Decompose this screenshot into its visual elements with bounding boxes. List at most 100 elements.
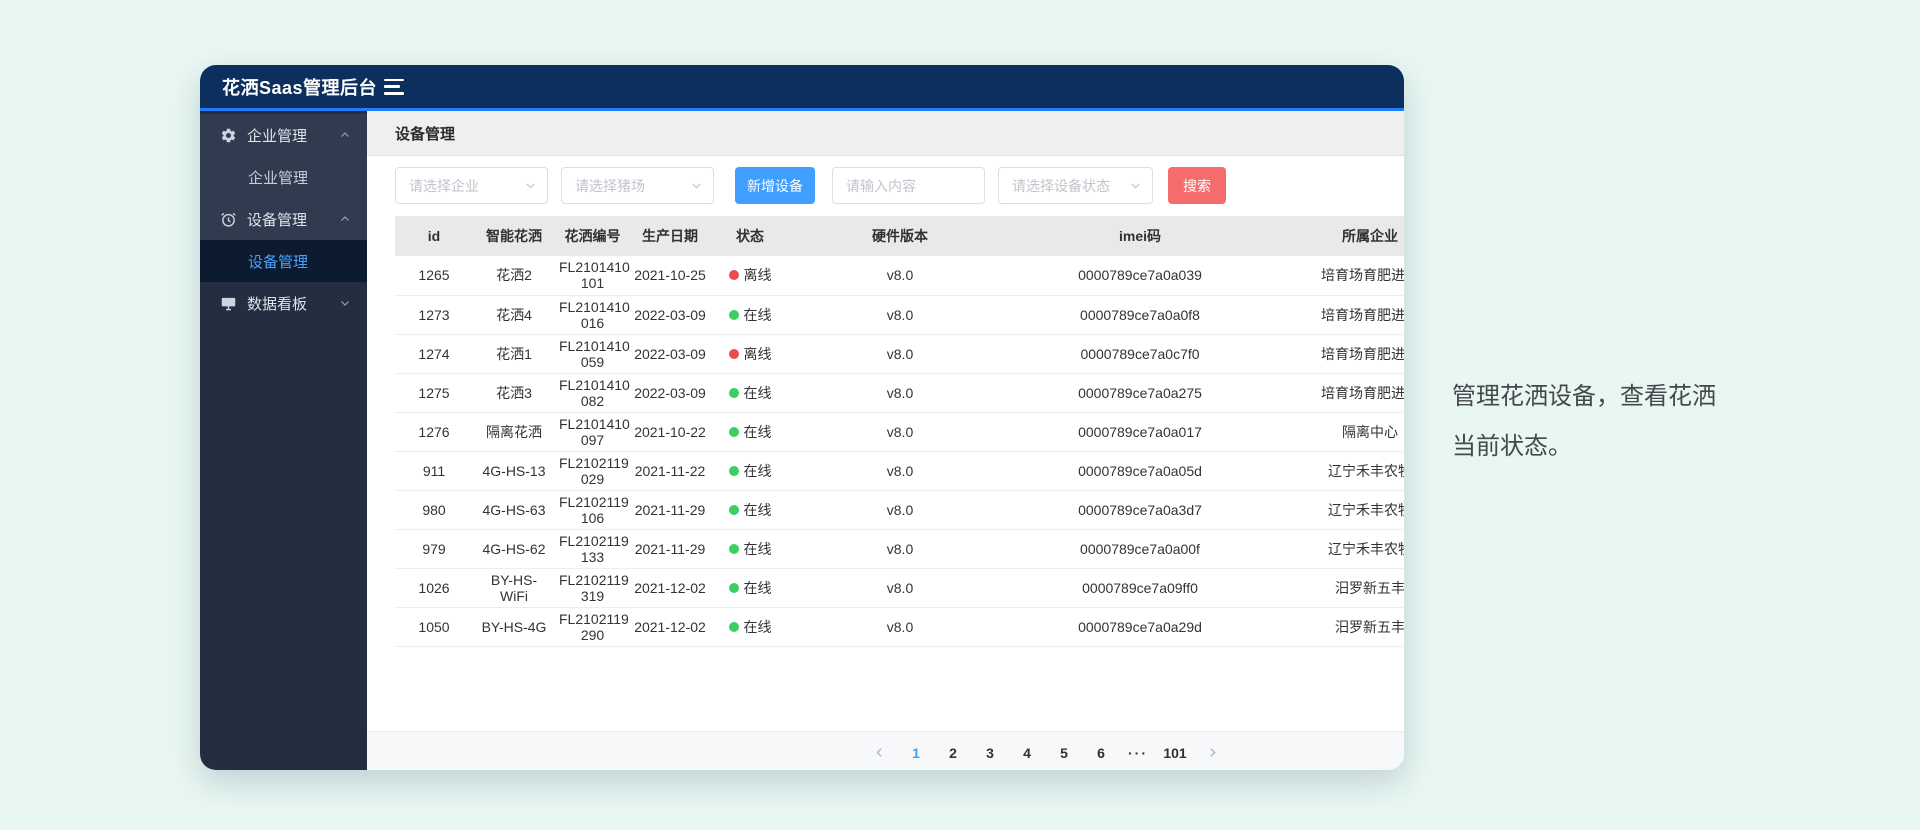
status-label: 离线	[744, 346, 772, 362]
cell-company: 汨罗新五丰	[1270, 568, 1404, 607]
page-number-4[interactable]: 4	[1014, 739, 1041, 766]
cell-imei: 0000789ce7a09ff0	[1010, 568, 1270, 607]
cell-status: 在线	[710, 295, 790, 334]
cell-imei: 0000789ce7a0a3d7	[1010, 490, 1270, 529]
cell-imei: 0000789ce7a0a29d	[1010, 607, 1270, 646]
status-label: 在线	[744, 619, 772, 635]
add-device-button[interactable]: 新增设备	[735, 167, 815, 204]
main-panel: 设备管理 请选择企业 请选择猪场 新增设备 请输入内容	[367, 111, 1404, 770]
cell-hardware-version: v8.0	[790, 607, 1010, 646]
col-header-company: 所属企业	[1270, 216, 1404, 256]
cell-imei: 0000789ce7a0a275	[1010, 373, 1270, 412]
chevron-up-icon	[339, 213, 351, 225]
cell-imei: 0000789ce7a0a00f	[1010, 529, 1270, 568]
table-row: 1274 花洒1 FL2101410 059 2022-03-09 离线 v8.…	[395, 334, 1404, 373]
cell-company: 培育场育肥进栏	[1270, 373, 1404, 412]
cell-device-name: 4G-HS-63	[473, 490, 555, 529]
device-status-select-placeholder: 请选择设备状态	[1012, 176, 1129, 196]
device-status-select[interactable]: 请选择设备状态	[998, 167, 1153, 204]
table-row: 1050 BY-HS-4G FL2102119 290 2021-12-02 在…	[395, 607, 1404, 646]
cell-id: 980	[395, 490, 473, 529]
page-number-3[interactable]: 3	[977, 739, 1004, 766]
cell-hardware-version: v8.0	[790, 373, 1010, 412]
cell-company: 汨罗新五丰	[1270, 607, 1404, 646]
cell-imei: 0000789ce7a0a039	[1010, 256, 1270, 295]
sidebar-item-device-management[interactable]: 设备管理	[200, 198, 367, 240]
cell-production-date: 2021-10-25	[630, 256, 710, 295]
cell-device-code: FL2102119 133	[555, 529, 630, 568]
cell-production-date: 2021-11-29	[630, 529, 710, 568]
chevron-up-icon	[339, 129, 351, 141]
cell-device-name: 4G-HS-62	[473, 529, 555, 568]
cell-status: 在线	[710, 529, 790, 568]
cell-device-name: BY-HS-WiFi	[473, 568, 555, 607]
page-number-last[interactable]: 101	[1162, 739, 1189, 766]
sidebar: 企业管理 企业管理 设备管理	[200, 111, 367, 770]
status-dot	[729, 349, 739, 359]
page-number-5[interactable]: 5	[1051, 739, 1078, 766]
admin-window: 花洒Saas管理后台 企业管理 企业管理	[200, 65, 1404, 770]
status-label: 离线	[744, 267, 772, 283]
cell-device-code: FL2101410 082	[555, 373, 630, 412]
table-footer: 1 2 3 4 5 6 ··· 101	[367, 731, 1404, 770]
prev-page-icon[interactable]	[866, 739, 893, 766]
status-dot	[729, 310, 739, 320]
status-dot	[729, 388, 739, 398]
cell-status: 在线	[710, 451, 790, 490]
pagination-ellipsis[interactable]: ···	[1125, 739, 1152, 766]
cell-imei: 0000789ce7a0c7f0	[1010, 334, 1270, 373]
sidebar-item-data-dashboard[interactable]: 数据看板	[200, 282, 367, 324]
table-row: 1275 花洒3 FL2101410 082 2022-03-09 在线 v8.…	[395, 373, 1404, 412]
alarm-clock-icon	[220, 211, 237, 228]
app-title: 花洒Saas管理后台	[200, 74, 368, 100]
page-number-2[interactable]: 2	[940, 739, 967, 766]
cell-production-date: 2022-03-09	[630, 295, 710, 334]
cell-device-name: BY-HS-4G	[473, 607, 555, 646]
col-header-production-date: 生产日期	[630, 216, 710, 256]
device-table: id 智能花洒 花洒编号 生产日期 状态 硬件版本 imei码 所属企业 126…	[395, 216, 1404, 647]
col-header-device-code: 花洒编号	[555, 216, 630, 256]
sidebar-subitem-device-management[interactable]: 设备管理	[200, 240, 367, 282]
annotation-line: 当前状态。	[1452, 422, 1716, 472]
col-header-imei: imei码	[1010, 216, 1270, 256]
enterprise-select[interactable]: 请选择企业	[395, 167, 548, 204]
cell-device-name: 4G-HS-13	[473, 451, 555, 490]
cell-status: 在线	[710, 373, 790, 412]
cell-device-code: FL2102119 290	[555, 607, 630, 646]
cell-imei: 0000789ce7a0a017	[1010, 412, 1270, 451]
page-number-6[interactable]: 6	[1088, 739, 1115, 766]
cell-id: 1274	[395, 334, 473, 373]
sidebar-toggle-icon[interactable]	[384, 79, 404, 95]
cell-company: 辽宁禾丰农牧	[1270, 451, 1404, 490]
cell-id: 1050	[395, 607, 473, 646]
page-number-1[interactable]: 1	[903, 739, 930, 766]
keyword-input[interactable]: 请输入内容	[832, 167, 985, 204]
sidebar-subitem-enterprise-management[interactable]: 企业管理	[200, 156, 367, 198]
gear-icon	[220, 127, 237, 144]
status-label: 在线	[744, 385, 772, 401]
cell-imei: 0000789ce7a0a05d	[1010, 451, 1270, 490]
sidebar-item-label: 企业管理	[247, 125, 339, 146]
farm-select-placeholder: 请选择猪场	[575, 176, 690, 196]
cell-company: 隔离中心	[1270, 412, 1404, 451]
sidebar-item-enterprise-management[interactable]: 企业管理	[200, 114, 367, 156]
cell-device-name: 隔离花洒	[473, 412, 555, 451]
cell-device-code: FL2101410 059	[555, 334, 630, 373]
pagination: 1 2 3 4 5 6 ··· 101	[527, 739, 1404, 766]
status-dot	[729, 466, 739, 476]
next-page-icon[interactable]	[1199, 739, 1226, 766]
table-row: 1265 花洒2 FL2101410 101 2021-10-25 离线 v8.…	[395, 256, 1404, 295]
chevron-down-icon	[339, 297, 351, 309]
cell-device-code: FL2102119 029	[555, 451, 630, 490]
cell-status: 离线	[710, 334, 790, 373]
table-row: 980 4G-HS-63 FL2102119 106 2021-11-29 在线…	[395, 490, 1404, 529]
col-header-status: 状态	[710, 216, 790, 256]
cell-device-code: FL2101410 097	[555, 412, 630, 451]
search-button[interactable]: 搜索	[1168, 167, 1226, 204]
cell-company: 培育场育肥进栏	[1270, 256, 1404, 295]
cell-status: 在线	[710, 490, 790, 529]
farm-select[interactable]: 请选择猪场	[561, 167, 714, 204]
cell-device-code: FL2102119 106	[555, 490, 630, 529]
content-area: 请选择企业 请选择猪场 新增设备 请输入内容 请选择设备状态	[367, 156, 1404, 770]
filter-bar: 请选择企业 请选择猪场 新增设备 请输入内容 请选择设备状态	[395, 167, 1404, 204]
